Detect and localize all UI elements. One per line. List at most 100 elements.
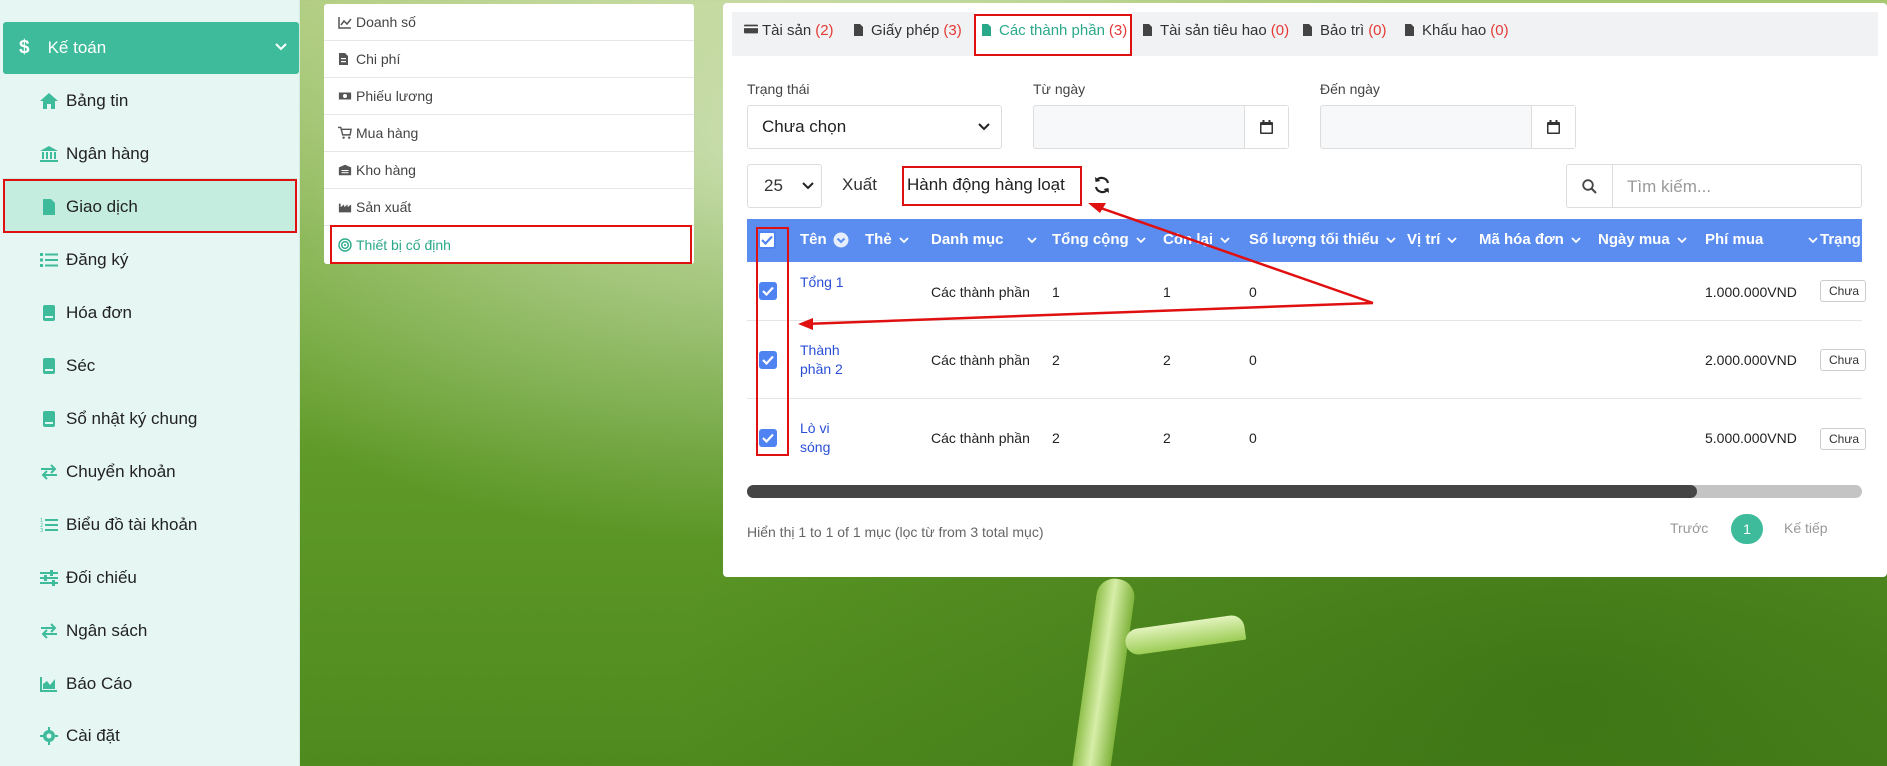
status-select-value: Chưa chọn — [762, 117, 847, 136]
from-date-label: Từ ngày — [1033, 81, 1086, 97]
refresh-icon[interactable] — [1092, 175, 1112, 195]
search-icon[interactable] — [1567, 165, 1613, 207]
column-header-purchase-date[interactable]: Ngày mua — [1598, 231, 1688, 248]
chevron-down-icon — [978, 123, 990, 131]
sidebar-item-invoices[interactable]: Hóa đơn — [38, 298, 132, 328]
sidebar-header-accounting[interactable]: $ Kế toán — [3, 22, 299, 74]
column-header-label: Số lượng tối thiểu — [1249, 231, 1379, 248]
column-header-remaining[interactable]: Còn lại — [1163, 231, 1231, 248]
column-header-name[interactable]: Tên — [800, 231, 849, 248]
column-header-purchase-cost[interactable]: Phí mua — [1705, 231, 1819, 248]
sidebar-item-label: Đăng ký — [66, 250, 129, 269]
horizontal-scrollbar-thumb[interactable] — [747, 485, 1697, 498]
column-header-invoice-code[interactable]: Mã hóa đơn — [1479, 231, 1582, 248]
row-status-badge: Chưa — [1820, 428, 1866, 450]
table-row: Tổng 1 Các thành phần 1 1 0 1.000.000VND — [747, 262, 1862, 321]
sidebar-item-dashboard[interactable]: Bảng tin — [38, 86, 128, 116]
submenu-item-purchases[interactable]: Mua hàng — [324, 115, 694, 152]
highlight-box-bulk-action — [902, 166, 1082, 206]
submenu-item-payroll[interactable]: Phiếu lương — [324, 78, 694, 115]
export-button[interactable]: Xuất — [842, 175, 877, 195]
sidebar-item-label: Ngân sách — [66, 621, 148, 640]
sidebar-item-reconcile[interactable]: Đối chiếu — [38, 563, 137, 593]
column-header-label: Vị trí — [1407, 231, 1441, 248]
submenu-item-label: Kho hàng — [356, 162, 416, 178]
column-header-location[interactable]: Vị trí — [1407, 231, 1458, 248]
chevron-down-icon — [899, 236, 909, 243]
column-header-tag[interactable]: Thẻ — [865, 231, 910, 248]
sidebar-header-label: Kế toán — [47, 38, 107, 57]
gear-icon — [38, 726, 60, 746]
submenu-item-expenses[interactable]: Chi phí — [324, 41, 694, 78]
column-header-label: Còn lại — [1163, 231, 1214, 248]
row-remaining: 2 — [1163, 352, 1171, 368]
sidebar-item-budget[interactable]: Ngân sách — [38, 616, 147, 646]
tab-licenses[interactable]: Giấy phép (3) — [853, 20, 962, 40]
table-row: Lò vi sóng Các thành phần 2 2 0 5.000.00… — [747, 399, 1862, 477]
column-header-status[interactable]: Trạng — [1820, 231, 1861, 248]
svg-text:3: 3 — [40, 528, 43, 533]
file-invoice-icon — [338, 52, 352, 66]
column-header-total[interactable]: Tổng cộng — [1052, 231, 1147, 248]
pagination-next-button[interactable]: Kế tiếp — [1784, 520, 1828, 536]
row-total: 2 — [1052, 430, 1060, 446]
submenu-item-warehouse[interactable]: Kho hàng — [324, 152, 694, 189]
sidebar-item-register[interactable]: Đăng ký — [38, 245, 128, 275]
tab-count: (0) — [1270, 21, 1290, 39]
column-header-category[interactable]: Danh mục — [931, 231, 1038, 248]
submenu-item-label: Mua hàng — [356, 125, 419, 141]
row-name-link[interactable]: Lò vi sóng — [800, 419, 850, 457]
column-header-label: Ngày mua — [1598, 231, 1670, 248]
sidebar-item-journal[interactable]: Sổ nhật ký chung — [38, 404, 197, 434]
sidebar-item-cheques[interactable]: Séc — [38, 351, 95, 381]
tab-label: Bảo trì — [1320, 21, 1365, 39]
row-name-link[interactable]: Thành phần 2 — [800, 341, 850, 379]
file-icon — [1142, 23, 1156, 37]
tab-count: (3) — [943, 21, 962, 39]
tab-label: Khấu hao — [1422, 21, 1487, 39]
to-date-input[interactable] — [1320, 105, 1576, 149]
column-header-label: Danh mục — [931, 231, 1004, 248]
calendar-icon[interactable] — [1531, 106, 1575, 148]
pagination-page-current[interactable]: 1 — [1731, 514, 1763, 544]
row-min-qty: 0 — [1249, 284, 1257, 300]
row-min-qty: 0 — [1249, 430, 1257, 446]
from-date-input[interactable] — [1033, 105, 1289, 149]
submenu-item-production[interactable]: Sản xuất — [324, 189, 694, 226]
page-size-select[interactable]: 25 — [747, 164, 822, 208]
tab-label: Giấy phép — [871, 21, 940, 39]
sidebar-item-settings[interactable]: Cài đặt — [38, 721, 120, 751]
tab-consumables[interactable]: Tài sản tiêu hao (0) — [1142, 20, 1289, 40]
book-icon — [38, 409, 60, 429]
submenu-item-label: Chi phí — [356, 51, 401, 67]
row-category: Các thành phần — [931, 430, 1030, 446]
sidebar-item-label: Ngân hàng — [66, 144, 150, 163]
sidebar-item-label: Báo Cáo — [66, 674, 133, 693]
sidebar-item-transfers[interactable]: Chuyển khoản — [38, 457, 176, 487]
sidebar-item-reports[interactable]: Báo Cáo — [38, 669, 132, 699]
tab-depreciation[interactable]: Khấu hao (0) — [1404, 20, 1509, 40]
tab-maintenance[interactable]: Bảo trì (0) — [1302, 20, 1387, 40]
sidebar-item-label: Sổ nhật ký chung — [66, 409, 198, 428]
tab-count: (2) — [815, 21, 834, 39]
bank-icon — [38, 144, 60, 164]
calendar-icon[interactable] — [1244, 106, 1288, 148]
submenu-item-sales[interactable]: Doanh số — [324, 4, 694, 41]
status-select[interactable]: Chưa chọn — [747, 105, 1002, 149]
tab-assets[interactable]: Tài sản (2) — [744, 20, 834, 40]
exchange-icon — [38, 621, 60, 641]
tab-label: Tài sản — [762, 21, 812, 39]
submenu-item-label: Phiếu lương — [356, 88, 433, 104]
sidebar-item-chart-of-accounts[interactable]: 123 Biểu đồ tài khoản — [38, 510, 197, 540]
search-input[interactable]: Tìm kiếm... — [1627, 177, 1711, 197]
row-remaining: 1 — [1163, 284, 1171, 300]
sidebar: $ Kế toán Bảng tin Ngân hàng Giao dịch Đ… — [0, 0, 300, 766]
column-header-label: Tên — [800, 231, 827, 248]
sidebar-item-bank[interactable]: Ngân hàng — [38, 139, 149, 169]
row-name-link[interactable]: Tổng 1 — [800, 273, 850, 292]
column-header-min-qty[interactable]: Số lượng tối thiểu — [1249, 231, 1397, 248]
sidebar-item-label: Bảng tin — [66, 91, 129, 110]
row-cost: 5.000.000VND — [1705, 430, 1797, 446]
pagination-prev-button[interactable]: Trước — [1670, 520, 1708, 536]
exchange-icon — [38, 462, 60, 482]
